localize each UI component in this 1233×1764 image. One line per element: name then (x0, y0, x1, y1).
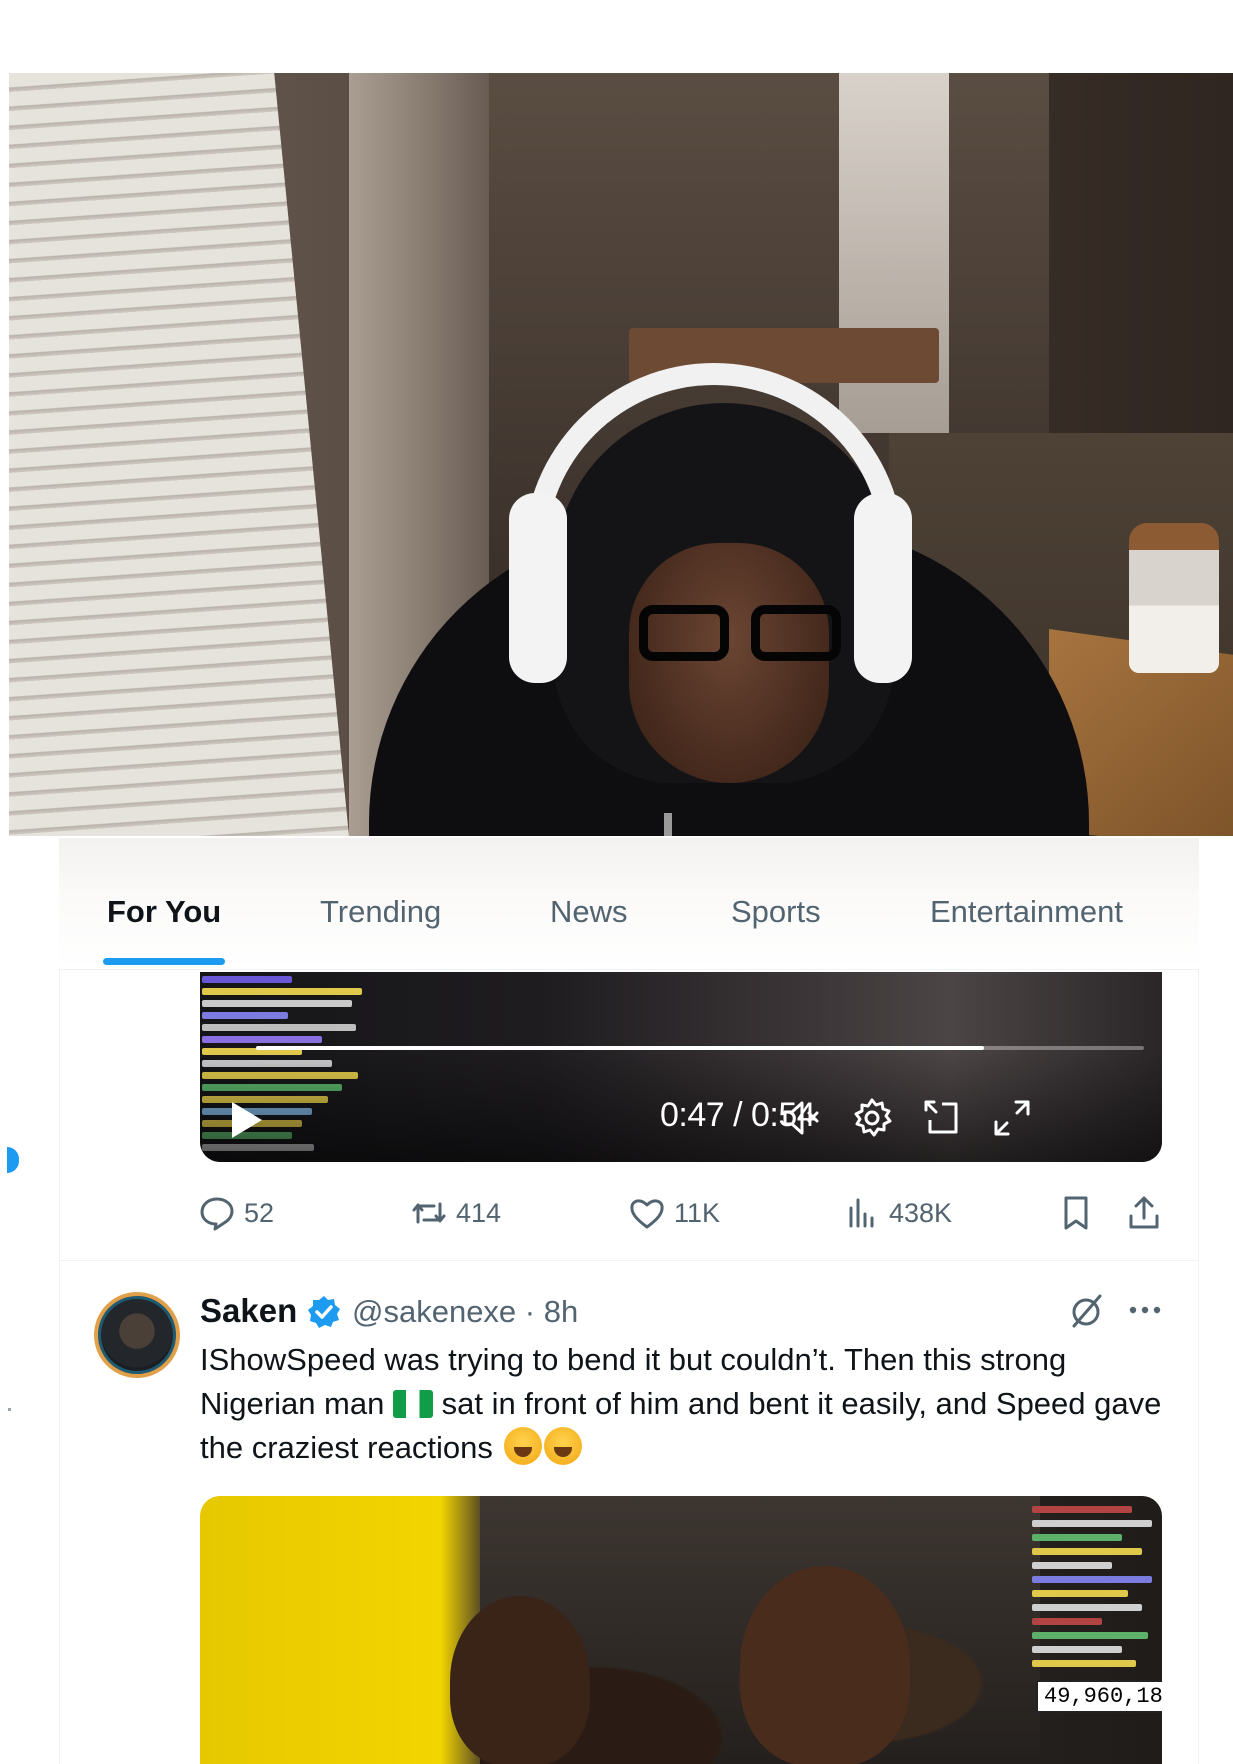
reply-count: 52 (244, 1197, 275, 1228)
tab-for-you[interactable]: For You (107, 894, 221, 930)
bookmark-button[interactable] (1057, 1193, 1095, 1233)
crying-face-emoji (543, 1427, 582, 1465)
picture-in-picture-icon[interactable] (920, 1096, 964, 1140)
tab-trending[interactable]: Trending (320, 894, 441, 930)
video-progress-bar[interactable] (256, 1046, 1144, 1050)
volume-muted-icon[interactable] (780, 1096, 824, 1140)
share-upload-icon (1129, 1196, 1159, 1229)
views-count: 438K (889, 1197, 953, 1228)
settings-gear-icon[interactable] (850, 1096, 894, 1140)
media-person-left (450, 1596, 590, 1764)
tab-entertainment[interactable]: Entertainment (930, 894, 1123, 930)
headset-earcup-right (854, 493, 912, 683)
verified-badge-icon (308, 1296, 340, 1328)
tweet-divider (59, 1260, 1199, 1261)
tweet-handle-time[interactable]: @sakenexe · 8h (352, 1294, 578, 1330)
tweet-author-name[interactable]: Saken (200, 1292, 297, 1330)
reply-button[interactable]: 52 (198, 1193, 274, 1233)
video-progress-fill (256, 1046, 985, 1050)
grok-icon[interactable] (1068, 1292, 1104, 1330)
crying-face-emoji (503, 1427, 542, 1465)
tweet-text: IShowSpeed was trying to bend it but cou… (200, 1338, 1170, 1470)
views-button[interactable]: 438K (843, 1193, 952, 1233)
active-tab-indicator (103, 958, 225, 965)
tab-bar: For You Trending News Sports Entertainme… (59, 838, 1199, 970)
window-blinds (9, 73, 349, 836)
play-icon[interactable] (230, 1100, 264, 1140)
media-stream-chat (1030, 1502, 1160, 1672)
fullscreen-icon[interactable] (990, 1096, 1034, 1140)
hoodie-zipper (664, 813, 672, 836)
reply-icon (200, 1197, 234, 1231)
repost-count: 414 (456, 1197, 502, 1228)
nigeria-flag-emoji (392, 1390, 433, 1418)
like-button[interactable]: 11K (628, 1193, 720, 1233)
bookmark-icon (1064, 1196, 1088, 1230)
media-person-right (740, 1566, 910, 1764)
webcam-video (9, 73, 1233, 836)
edge-indicator (7, 1147, 19, 1173)
avatar[interactable] (94, 1292, 180, 1378)
tweet-video-player[interactable]: 0:47 / 0:54 (200, 972, 1162, 1162)
tab-sports[interactable]: Sports (731, 894, 821, 930)
share-button[interactable] (1125, 1193, 1163, 1233)
tweet-media[interactable]: 49,960,182 (200, 1496, 1162, 1764)
glass-jar (1129, 523, 1219, 673)
repost-icon (412, 1202, 446, 1224)
like-count: 11K (674, 1197, 721, 1228)
headset-earcup-left (509, 493, 567, 683)
tab-news[interactable]: News (550, 894, 628, 930)
more-options-icon[interactable] (1125, 1300, 1165, 1320)
glasses (639, 605, 849, 665)
heart-icon (630, 1199, 664, 1229)
edge-tick (8, 1408, 11, 1411)
media-viewer-counter: 49,960,182 (1036, 1680, 1162, 1713)
views-chart-icon (849, 1198, 874, 1228)
repost-button[interactable]: 414 (410, 1193, 501, 1233)
